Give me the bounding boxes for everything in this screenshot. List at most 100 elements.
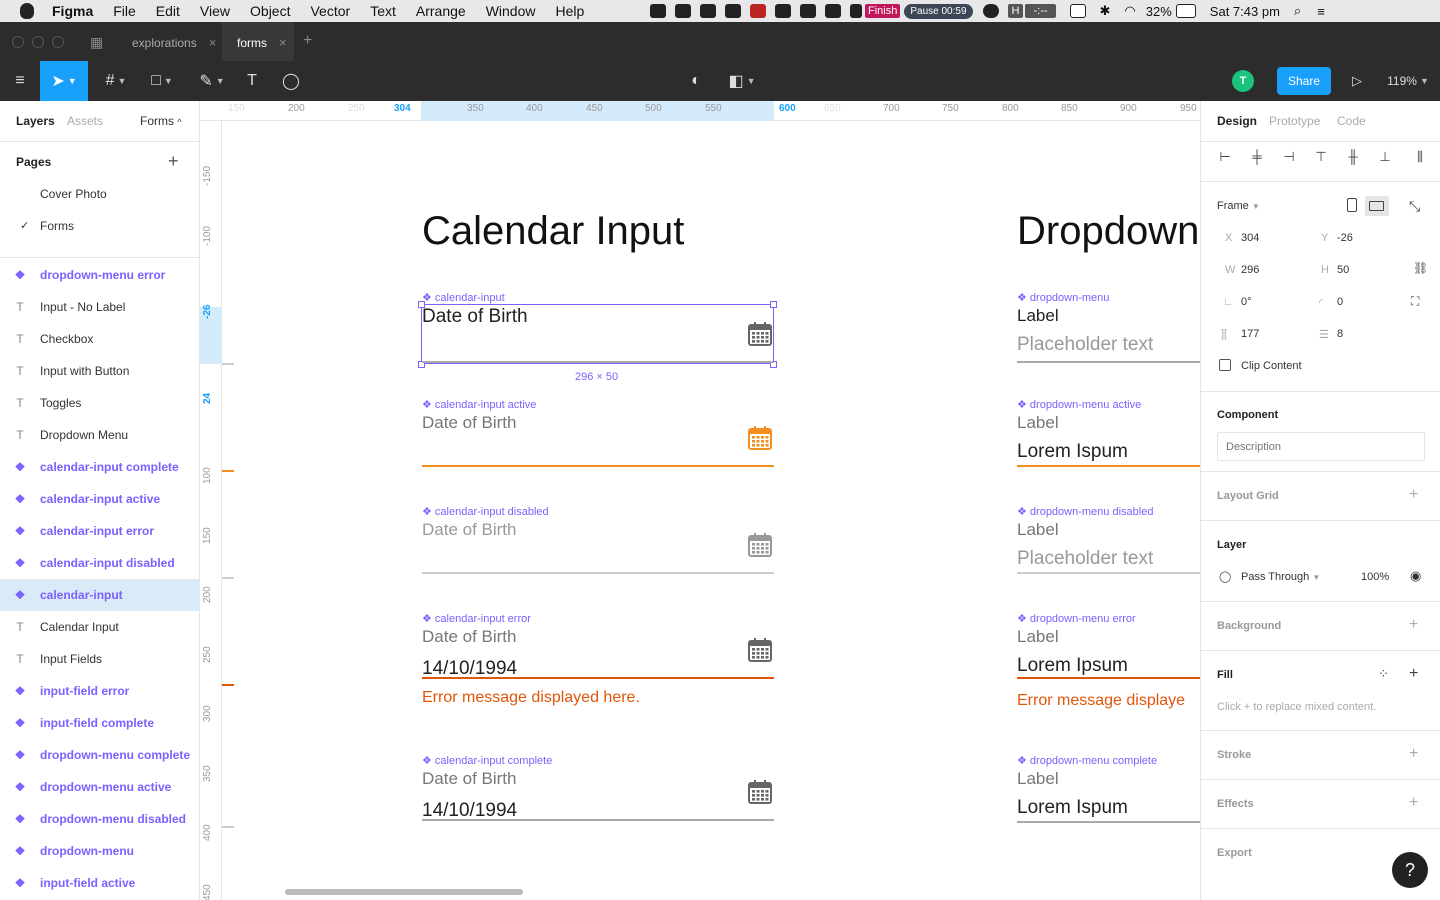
tray-app-icon[interactable] bbox=[775, 4, 791, 18]
layer-item[interactable]: ❖ calendar-input complete bbox=[0, 451, 199, 483]
calendar-icon[interactable] bbox=[747, 425, 773, 451]
layer-item[interactable]: ❖ calendar-input error bbox=[0, 515, 199, 547]
clock[interactable]: Sat 7:43 pm bbox=[1210, 4, 1280, 19]
align-bottom-icon[interactable]: ⊥ bbox=[1377, 149, 1393, 164]
portrait-icon[interactable] bbox=[1347, 198, 1357, 212]
zoom-menu[interactable]: 119% ▼ bbox=[1384, 61, 1432, 101]
window-zoom-button[interactable] bbox=[52, 36, 64, 48]
align-left-icon[interactable]: ⊢ bbox=[1217, 149, 1233, 164]
avatar[interactable]: T bbox=[1232, 70, 1254, 92]
apple-icon[interactable] bbox=[20, 3, 34, 19]
frame-type-select[interactable]: Frame ▼ bbox=[1217, 200, 1260, 212]
dropdown-value[interactable]: Placeholder text bbox=[1017, 548, 1153, 570]
layer-item[interactable]: T Calendar Input bbox=[0, 611, 199, 643]
w-input[interactable]: 296 bbox=[1241, 264, 1259, 276]
close-icon[interactable]: × bbox=[209, 35, 217, 50]
menu-view[interactable]: View bbox=[200, 3, 230, 19]
y-input[interactable]: -26 bbox=[1337, 232, 1353, 244]
fill-styles-icon[interactable]: ⁘ bbox=[1378, 666, 1389, 682]
eye-icon[interactable]: ◉ bbox=[1410, 568, 1421, 584]
landscape-button[interactable] bbox=[1365, 196, 1389, 216]
independent-corners-icon[interactable]: ⛶ bbox=[1411, 294, 1419, 309]
dropbox-icon[interactable] bbox=[700, 4, 716, 18]
layer-item[interactable]: T Input - No Label bbox=[0, 291, 199, 323]
close-icon[interactable]: × bbox=[279, 35, 287, 50]
corner-radius-input[interactable]: 0 bbox=[1337, 296, 1343, 308]
layer-item[interactable]: T Toggles bbox=[0, 387, 199, 419]
page-cover-photo[interactable]: Cover Photo bbox=[40, 187, 107, 201]
dropdown-value[interactable]: Lorem Ispum bbox=[1017, 797, 1128, 819]
align-top-icon[interactable]: ⊤ bbox=[1313, 149, 1329, 164]
align-middle-vertical-icon[interactable]: ╫ bbox=[1345, 149, 1361, 164]
present-button[interactable]: ▷ bbox=[1345, 61, 1369, 101]
clip-content-checkbox[interactable] bbox=[1219, 359, 1231, 371]
layer-item[interactable]: ❖ calendar-input bbox=[0, 579, 199, 611]
calendar-icon[interactable] bbox=[747, 779, 773, 805]
layer-item[interactable]: T Input Fields bbox=[0, 643, 199, 675]
layer-item[interactable]: ❖ input-field active bbox=[0, 867, 199, 899]
tray-app-icon[interactable] bbox=[725, 4, 741, 18]
opacity-input[interactable]: 100% bbox=[1361, 571, 1389, 583]
tray-record-icon[interactable] bbox=[750, 4, 766, 18]
close-icon[interactable] bbox=[850, 4, 862, 18]
layer-item[interactable]: ❖ dropdown-menu bbox=[0, 835, 199, 867]
layer-item[interactable]: ❖ dropdown-menu complete bbox=[0, 739, 199, 771]
menu-object[interactable]: Object bbox=[250, 3, 290, 19]
x-input[interactable]: 304 bbox=[1241, 232, 1259, 244]
tray-timer[interactable]: -:-- bbox=[1025, 4, 1056, 18]
page-forms[interactable]: Forms bbox=[40, 219, 74, 233]
blend-mode-select[interactable]: Pass Through ▼ bbox=[1241, 571, 1320, 583]
help-button[interactable]: ? bbox=[1392, 852, 1428, 888]
share-button[interactable]: Share bbox=[1277, 67, 1331, 95]
layer-item[interactable]: ❖ calendar-input disabled bbox=[0, 547, 199, 579]
wifi-icon[interactable]: ◠ bbox=[1124, 3, 1135, 19]
tab-prototype[interactable]: Prototype bbox=[1269, 114, 1320, 128]
canvas[interactable]: 150 200 250 304 350 400 450 500 550 600 650 700 750 8… bbox=[200, 101, 1200, 900]
pen-tool[interactable]: ✎ ▼ bbox=[194, 61, 230, 101]
component-tool[interactable]: ◧ ▼ bbox=[724, 61, 760, 101]
notification-center-icon[interactable]: ≡ bbox=[1317, 4, 1325, 19]
cloud-icon[interactable] bbox=[982, 4, 999, 18]
constrain-proportions-icon[interactable]: ⛓ bbox=[1413, 261, 1428, 275]
window-minimize-button[interactable] bbox=[32, 36, 44, 48]
section-title-dropdown[interactable]: Dropdown bbox=[1017, 209, 1199, 254]
pause-timer[interactable]: Pause 00:59 bbox=[904, 3, 973, 19]
layer-item[interactable]: ❖ input-field complete bbox=[0, 707, 199, 739]
tab-design[interactable]: Design bbox=[1217, 114, 1257, 128]
menu-app-name[interactable]: Figma bbox=[52, 3, 93, 19]
layer-item[interactable]: ❖ dropdown-menu disabled bbox=[0, 803, 199, 835]
dropdown-value[interactable]: Placeholder text bbox=[1017, 334, 1153, 356]
tray-app-icon[interactable] bbox=[825, 4, 841, 18]
canvas-scrollbar[interactable] bbox=[285, 889, 523, 895]
theme-toggle[interactable]: ◐ bbox=[684, 61, 708, 101]
battery-icon[interactable] bbox=[1175, 4, 1196, 18]
window-close-button[interactable] bbox=[12, 36, 24, 48]
spacing-input-a[interactable]: 177 bbox=[1241, 328, 1259, 340]
frame-tool[interactable]: # ▼ bbox=[98, 61, 134, 101]
add-layout-grid-button[interactable]: + bbox=[1409, 486, 1418, 504]
layer-item[interactable]: T Input with Button bbox=[0, 355, 199, 387]
calendar-icon[interactable] bbox=[747, 321, 773, 347]
component-description-input[interactable] bbox=[1217, 432, 1425, 461]
comment-tool[interactable]: ◯ bbox=[278, 61, 304, 101]
layer-item[interactable]: ❖ dropdown-menu active bbox=[0, 771, 199, 803]
tab-explorations[interactable]: explorations × bbox=[132, 35, 216, 50]
menu-edit[interactable]: Edit bbox=[156, 3, 180, 19]
add-page-button[interactable]: + bbox=[168, 151, 179, 172]
spacing-input-b[interactable]: 8 bbox=[1337, 328, 1343, 340]
bluetooth-icon[interactable]: ✱ bbox=[1100, 3, 1111, 19]
tray-app-icon[interactable] bbox=[650, 4, 666, 18]
tab-forms[interactable]: forms × bbox=[237, 35, 287, 50]
tab-assets[interactable]: Assets bbox=[67, 114, 103, 128]
tab-layers[interactable]: Layers bbox=[16, 114, 55, 128]
dropdown-value[interactable]: Lorem Ipsum bbox=[1017, 655, 1128, 677]
calendar-icon[interactable] bbox=[747, 532, 773, 558]
tray-h-badge[interactable]: H bbox=[1007, 4, 1024, 18]
text-tool[interactable]: T bbox=[240, 61, 264, 101]
h-input[interactable]: 50 bbox=[1337, 264, 1349, 276]
calendar-icon[interactable] bbox=[747, 637, 773, 663]
spotlight-search-icon[interactable]: ⌕ bbox=[1294, 3, 1301, 19]
rotation-input[interactable]: 0° bbox=[1241, 296, 1252, 308]
menu-help[interactable]: Help bbox=[555, 3, 584, 19]
main-menu-icon[interactable]: ≡ bbox=[8, 61, 32, 101]
